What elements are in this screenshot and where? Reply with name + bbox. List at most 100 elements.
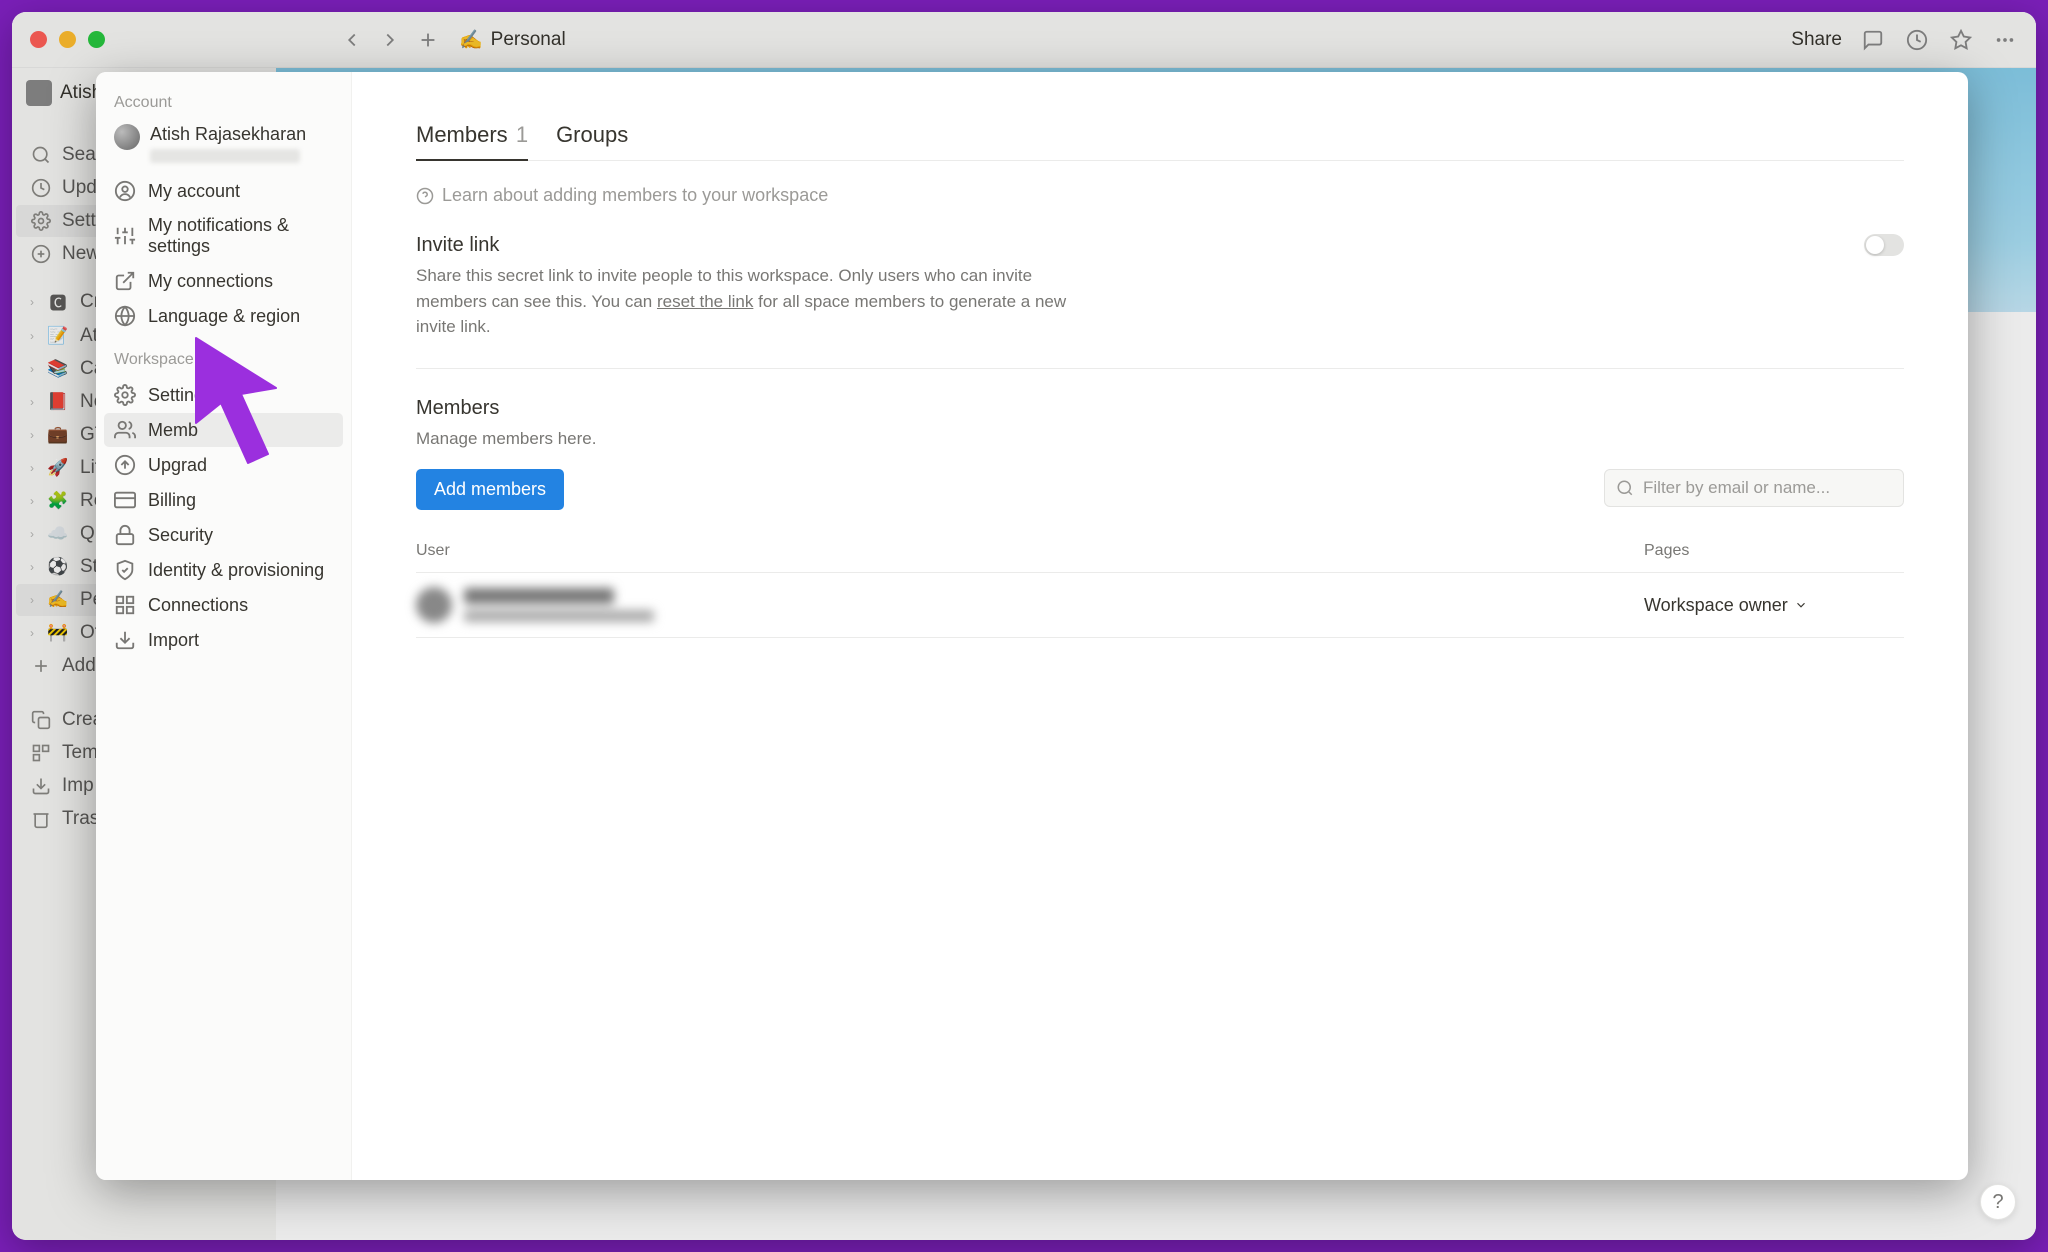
nav-forward-icon[interactable] bbox=[377, 27, 403, 53]
maximize-window[interactable] bbox=[88, 31, 105, 48]
chevron-right-icon: › bbox=[30, 593, 34, 607]
lock-icon bbox=[114, 524, 136, 546]
chevron-right-icon: › bbox=[30, 527, 34, 541]
page-emoji: ✍️ bbox=[459, 28, 483, 52]
download-icon bbox=[114, 629, 136, 651]
page-emoji: 🧩 bbox=[46, 491, 70, 511]
settings-sidebar: Account Atish Rajasekharan My accountMy … bbox=[96, 72, 352, 1180]
page-emoji: 📚 bbox=[46, 359, 70, 379]
new-tab-icon[interactable] bbox=[415, 27, 441, 53]
member-role-select[interactable]: Workspace owner bbox=[1644, 595, 1904, 616]
favorite-icon[interactable] bbox=[1948, 27, 1974, 53]
invite-link-toggle[interactable] bbox=[1864, 234, 1904, 256]
members-section: Members Manage members here. Add members… bbox=[416, 397, 1904, 639]
reset-link[interactable]: reset the link bbox=[657, 292, 753, 311]
minimize-window[interactable] bbox=[59, 31, 76, 48]
settings-nav-my-notifications-settings[interactable]: My notifications & settings bbox=[104, 209, 343, 263]
page-emoji: 💼 bbox=[46, 425, 70, 445]
chevron-right-icon: › bbox=[30, 362, 34, 376]
settings-nav-identity-provisioning[interactable]: Identity & provisioning bbox=[104, 553, 343, 587]
members-description: Manage members here. bbox=[416, 426, 1904, 452]
settings-nav-upgrad[interactable]: Upgrad bbox=[104, 448, 343, 482]
more-icon[interactable] bbox=[1992, 27, 2018, 53]
page-title: Personal bbox=[491, 29, 566, 51]
settings-nav-import[interactable]: Import bbox=[104, 623, 343, 657]
page-emoji: 🚀 bbox=[46, 458, 70, 478]
gear-icon bbox=[114, 384, 136, 406]
help-button[interactable]: ? bbox=[1980, 1184, 2016, 1220]
user-full-name: Atish Rajasekharan bbox=[150, 124, 306, 145]
chevron-right-icon: › bbox=[30, 626, 34, 640]
nav-back-icon[interactable] bbox=[339, 27, 365, 53]
grid-icon bbox=[114, 594, 136, 616]
page-emoji: 🅲 bbox=[46, 289, 70, 314]
member-filter-input[interactable] bbox=[1604, 469, 1904, 507]
clock-icon bbox=[30, 178, 52, 198]
learn-more-link[interactable]: Learn about adding members to your works… bbox=[416, 185, 1904, 206]
settings-nav-memb[interactable]: Memb bbox=[104, 413, 343, 447]
nav-item-label: My connections bbox=[148, 271, 273, 292]
add-members-button[interactable]: Add members bbox=[416, 469, 564, 510]
members-table-header: User Pages bbox=[416, 530, 1904, 573]
sliders-icon bbox=[114, 225, 136, 247]
gear-icon bbox=[30, 211, 52, 231]
members-title: Members bbox=[416, 397, 1904, 420]
window-controls bbox=[30, 31, 105, 48]
updates-icon[interactable] bbox=[1904, 27, 1930, 53]
chevron-right-icon: › bbox=[30, 560, 34, 574]
titlebar: ✍️ Personal Share bbox=[12, 12, 2036, 68]
page-emoji: 📕 bbox=[46, 392, 70, 412]
avatar bbox=[114, 124, 140, 150]
account-section-label: Account bbox=[104, 90, 343, 120]
page-emoji: 🚧 bbox=[46, 623, 70, 643]
settings-nav-my-account[interactable]: My account bbox=[104, 174, 343, 208]
page-emoji: 📝 bbox=[46, 326, 70, 346]
settings-nav-connections[interactable]: Connections bbox=[104, 588, 343, 622]
member-row: Workspace owner bbox=[416, 573, 1904, 638]
invite-link-title: Invite link bbox=[416, 234, 1904, 257]
close-window[interactable] bbox=[30, 31, 47, 48]
arrow-up-circle-icon bbox=[114, 454, 136, 476]
tab-groups[interactable]: Groups bbox=[556, 122, 628, 160]
tab-members[interactable]: Members 1 bbox=[416, 122, 528, 160]
search-icon bbox=[1616, 479, 1634, 497]
share-button[interactable]: Share bbox=[1791, 29, 1842, 51]
chevron-right-icon: › bbox=[30, 428, 34, 442]
settings-nav-billing[interactable]: Billing bbox=[104, 483, 343, 517]
settings-content: Members 1 Groups Learn about adding memb… bbox=[352, 72, 1968, 1180]
trash-icon bbox=[30, 809, 52, 829]
nav-item-label: Identity & provisioning bbox=[148, 560, 324, 581]
comments-icon[interactable] bbox=[1860, 27, 1886, 53]
search-icon bbox=[30, 145, 52, 165]
help-icon bbox=[416, 187, 434, 205]
invite-link-section: Invite link Share this secret link to in… bbox=[416, 234, 1904, 369]
settings-nav-my-connections[interactable]: My connections bbox=[104, 264, 343, 298]
workspace-section-label: Workspace bbox=[104, 347, 343, 377]
plus-icon bbox=[30, 656, 52, 676]
col-pages-header: Pages bbox=[1644, 542, 1904, 560]
chevron-right-icon: › bbox=[30, 395, 34, 409]
avatar bbox=[26, 80, 52, 106]
arrow-out-icon bbox=[114, 270, 136, 292]
user-circle-icon bbox=[114, 180, 136, 202]
nav-item-label: Settings bbox=[148, 385, 213, 406]
globe-icon bbox=[114, 305, 136, 327]
chevron-right-icon: › bbox=[30, 494, 34, 508]
settings-modal: Account Atish Rajasekharan My accountMy … bbox=[96, 72, 1968, 1180]
settings-nav-security[interactable]: Security bbox=[104, 518, 343, 552]
nav-item-label: Connections bbox=[148, 595, 248, 616]
nav-item-label: Language & region bbox=[148, 306, 300, 327]
chevron-down-icon bbox=[1794, 598, 1808, 612]
card-icon bbox=[114, 489, 136, 511]
settings-nav-settings[interactable]: Settings bbox=[104, 378, 343, 412]
people-icon bbox=[114, 419, 136, 441]
settings-user-header[interactable]: Atish Rajasekharan bbox=[104, 120, 343, 173]
settings-nav-language-region[interactable]: Language & region bbox=[104, 299, 343, 333]
plus-circle-icon bbox=[30, 244, 52, 264]
chevron-right-icon: › bbox=[30, 461, 34, 475]
breadcrumb[interactable]: ✍️ Personal bbox=[459, 28, 566, 52]
member-identity-redacted bbox=[416, 587, 654, 623]
nav-item-label: Upgrad bbox=[148, 455, 207, 476]
page-emoji: ✍️ bbox=[46, 590, 70, 610]
col-user-header: User bbox=[416, 542, 1644, 560]
